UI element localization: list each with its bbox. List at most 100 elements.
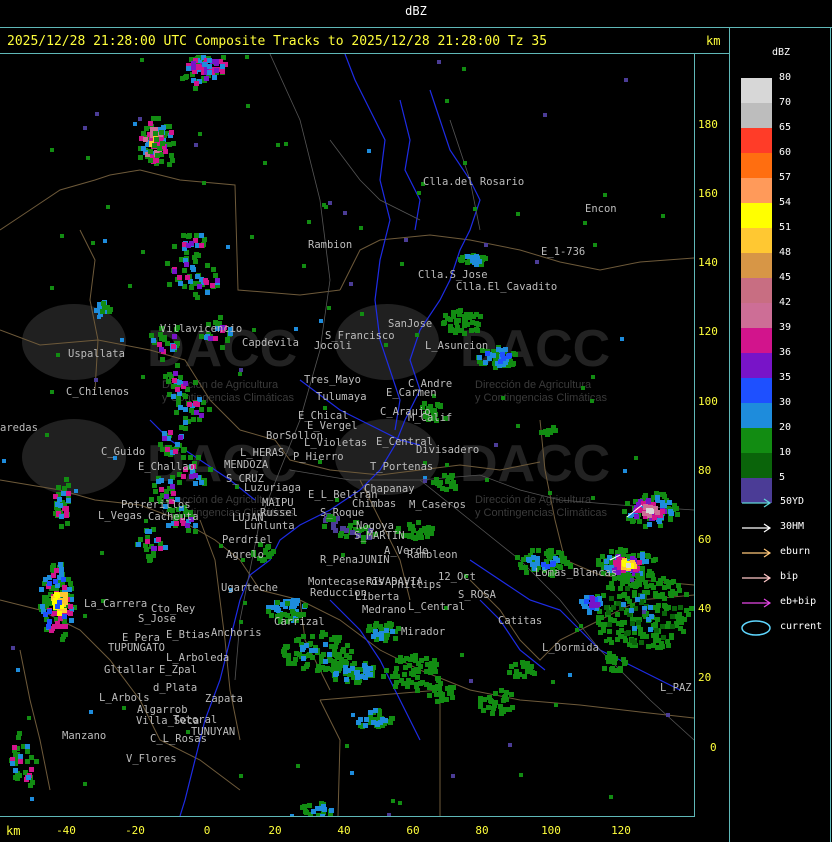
- legend-swatch: [741, 253, 772, 278]
- place-label: L_PAZ: [660, 682, 692, 694]
- legend-value: 36: [779, 347, 792, 358]
- place-label: C_L_Rosas: [150, 733, 207, 745]
- legend-swatch: [741, 428, 772, 453]
- watermark-sub1: Dirección de Agricultura: [475, 379, 592, 391]
- place-label: C_Guido: [101, 446, 145, 458]
- place-label: S_MARTIN: [354, 530, 405, 542]
- track-label: 50YD: [780, 496, 805, 507]
- place-label: L_Asuncion: [425, 340, 488, 352]
- legend-title: dBZ: [772, 47, 791, 58]
- legend-swatch: [741, 128, 772, 153]
- legend-value: 48: [779, 247, 792, 258]
- x-tick: 20: [268, 824, 282, 837]
- y-tick: 140: [698, 256, 718, 269]
- place-label: C_Chilenos: [66, 386, 129, 398]
- y-tick: 40: [698, 602, 712, 615]
- legend-swatch: [741, 328, 772, 353]
- place-label: L_Dormida: [542, 642, 599, 654]
- x-tick: 100: [541, 824, 561, 837]
- watermark-sub1: Dirección de Agricultura: [475, 494, 592, 506]
- legend-value: 42: [779, 297, 792, 308]
- window-title: dBZ: [405, 4, 427, 18]
- place-label: Ugarteche: [221, 582, 278, 594]
- legend-swatch: [741, 403, 772, 428]
- legend-value: 35: [779, 372, 792, 383]
- legend-swatch: [741, 278, 772, 303]
- legend-swatch: [741, 303, 772, 328]
- legend-value: 57: [779, 172, 792, 183]
- place-label: M_Calif: [408, 412, 452, 424]
- place-label: Cacheuta: [148, 511, 199, 523]
- watermark-sub2: y Contingencias Climáticas: [475, 392, 608, 404]
- legend-value: 65: [779, 122, 792, 133]
- place-label: La_Carrera: [84, 598, 147, 610]
- track-arrow-icon: [742, 523, 772, 533]
- y-tick: 160: [698, 187, 718, 200]
- place-label: S_ROSA: [458, 589, 497, 601]
- place-label: Uspallata: [68, 348, 125, 360]
- legend-value: 51: [779, 222, 792, 233]
- place-label: E_Zpal: [159, 664, 197, 676]
- place-label: S_Jose: [138, 613, 176, 625]
- place-label: Rambleon: [407, 549, 458, 561]
- axis-unit-bottom: km: [6, 824, 21, 838]
- legend-value: 80: [779, 72, 792, 83]
- place-label: Capdevila: [242, 337, 299, 349]
- place-label: Clla.El_Cavadito: [456, 281, 557, 293]
- place-label: L_HERAS: [240, 447, 284, 459]
- legend-value: 30: [779, 397, 792, 408]
- place-label: M_Caseros: [409, 499, 466, 511]
- place-label: Liberta: [355, 591, 399, 603]
- map-right-edge: [694, 54, 695, 816]
- place-label: Anchoris: [211, 627, 262, 639]
- current-ellipse-icon: [741, 620, 771, 636]
- place-label: Lunlunta: [244, 520, 295, 532]
- y-tick: 60: [698, 533, 712, 546]
- track-label: eb+bip: [780, 596, 817, 607]
- track-label: bip: [780, 571, 799, 582]
- track-arrow-icon: [742, 598, 772, 608]
- radar-map[interactable]: DACC Dirección de Agricultura y Continge…: [0, 54, 694, 816]
- place-label: R_Pena: [320, 554, 358, 566]
- place-label: Agrelo: [226, 549, 264, 561]
- y-tick: 80: [698, 464, 712, 477]
- place-label: E_Challao: [138, 461, 195, 473]
- legend-swatch: [741, 203, 772, 228]
- place-label: Rambion: [308, 239, 352, 251]
- place-label: Totoral: [173, 714, 217, 726]
- place-label: Clla.S_Jose: [418, 269, 488, 281]
- place-label: aredas: [0, 422, 38, 434]
- place-label: Clla.del Rosario: [423, 176, 524, 188]
- place-label: L_Violetas: [304, 437, 367, 449]
- place-label: Tres_Mayo: [304, 374, 361, 386]
- header-timestamp: 2025/12/28 21:28:00 UTC Composite Tracks…: [7, 34, 548, 49]
- watermark-sub2: y Contingencias Climáticas: [475, 507, 608, 519]
- place-label: JUNIN: [358, 554, 390, 566]
- place-label: L_Arbols: [99, 692, 150, 704]
- legend-swatch: [741, 178, 772, 203]
- place-label: T_Portenas: [370, 461, 433, 473]
- legend-value: 39: [779, 322, 792, 333]
- x-tick: 40: [337, 824, 351, 837]
- frame-divider: [729, 27, 730, 842]
- place-label: Manzano: [62, 730, 106, 742]
- legend-swatch: [741, 378, 772, 403]
- y-tick: 0: [710, 741, 717, 754]
- place-label: Carrizal: [274, 616, 325, 628]
- place-label: P_Hierro: [293, 451, 344, 463]
- place-label: Medrano: [362, 604, 406, 616]
- track-arrow-icon: [742, 498, 772, 508]
- x-tick: 120: [611, 824, 631, 837]
- place-label: Luzuriaga: [244, 482, 301, 494]
- legend-swatch: [741, 453, 772, 478]
- place-label: Jocoli: [314, 340, 352, 352]
- legend-swatch: [741, 78, 772, 103]
- place-label: Lomas_Blancas: [535, 567, 617, 579]
- map-bottom-edge: [0, 816, 695, 817]
- place-label: L_Vegas: [98, 510, 142, 522]
- place-label: L_Arboleda: [166, 652, 229, 664]
- y-tick: 120: [698, 325, 718, 338]
- place-label: Gltallar: [104, 664, 155, 676]
- place-label: E_Btias: [166, 629, 210, 641]
- legend-swatch: [741, 153, 772, 178]
